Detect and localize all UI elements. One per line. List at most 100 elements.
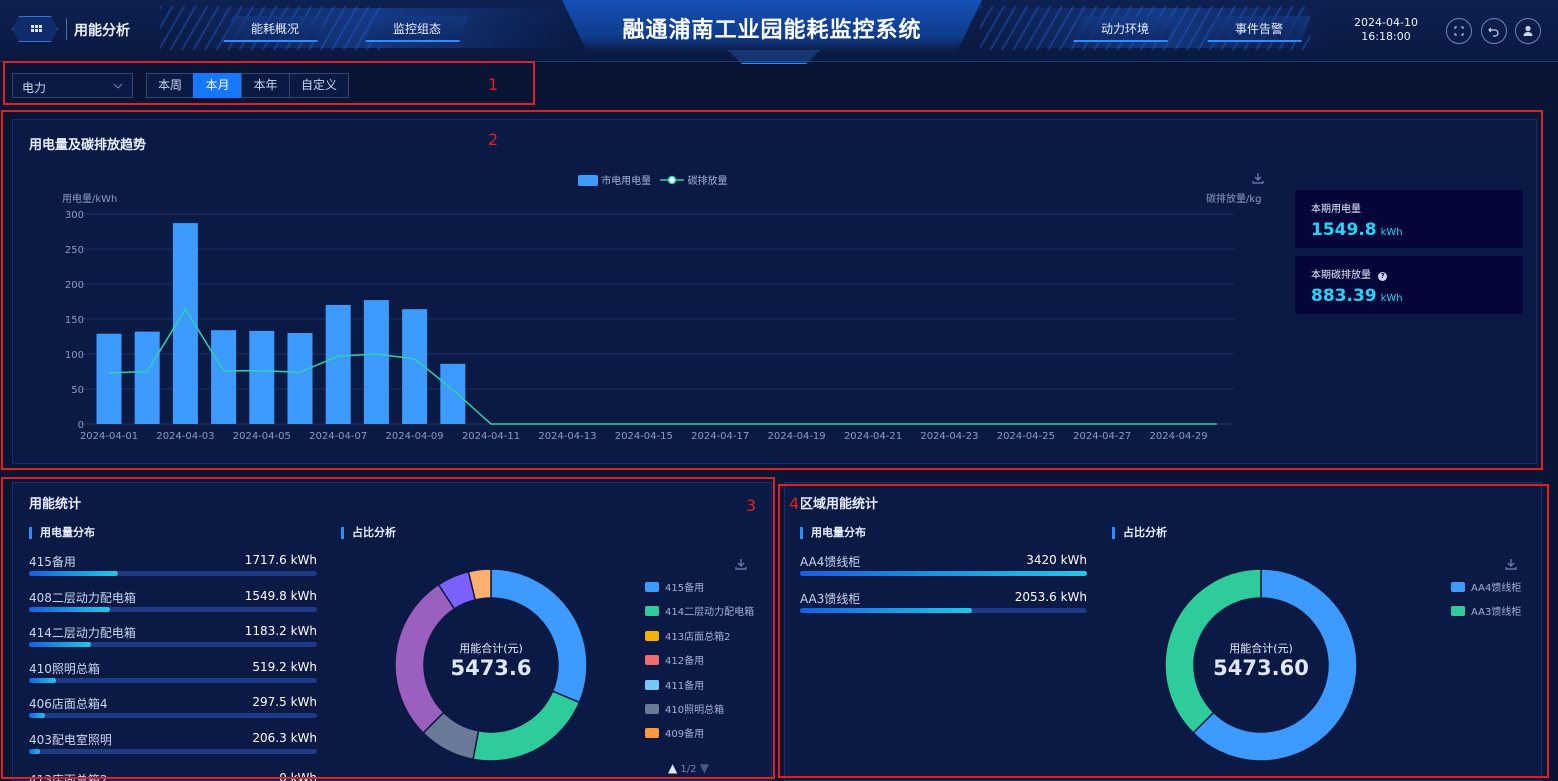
bar[interactable] (134, 331, 160, 424)
y-tick-label: 200 (65, 280, 84, 291)
bar[interactable] (211, 330, 237, 424)
x-tick-label: 2024-04-17 (691, 431, 749, 442)
date-text: 2024-04-10 (1354, 16, 1418, 29)
fullscreen-icon (1454, 26, 1464, 36)
row-value: 1717.6 kWh (244, 553, 317, 567)
fullscreen-button[interactable] (1446, 18, 1472, 44)
user-icon (1523, 25, 1533, 36)
x-tick-label: 2024-04-23 (920, 431, 978, 442)
bar[interactable] (440, 363, 466, 424)
row-progress-track (800, 571, 1087, 576)
row-name: AA4馈线柜 (800, 555, 861, 569)
bar[interactable] (249, 330, 275, 424)
download-icon[interactable] (1504, 557, 1518, 571)
legend-item[interactable]: 410照明总箱 (645, 701, 724, 716)
usage-donut-total: 5473.6 (450, 656, 532, 680)
back-button[interactable] (1481, 18, 1507, 44)
stat-label-usage: 本期用电量 (1311, 204, 1361, 215)
x-tick-label: 2024-04-25 (997, 431, 1055, 442)
row-progress-fill (29, 713, 45, 718)
legend-item[interactable]: 414二层动力配电箱 (645, 603, 754, 618)
stat-value-usage: 1549.8 kWh (1311, 220, 1403, 240)
bar[interactable] (96, 333, 122, 424)
legend-item[interactable]: 415备用 (645, 579, 704, 594)
back-icon (1488, 27, 1499, 37)
pager-down-icon[interactable]: ▼ (700, 761, 709, 775)
usage-donut-label: 用能合计(元) (459, 642, 523, 655)
row-progress-track (29, 606, 317, 612)
y-tick-label: 0 (78, 420, 84, 431)
annotation-label-2: 2 (488, 130, 499, 149)
row-progress-track (29, 642, 317, 647)
row-name: 403配电室照明 (29, 732, 112, 747)
y-tick-label: 50 (71, 385, 84, 396)
row-name: 414二层动力配电箱 (29, 626, 136, 640)
row-name: AA3馈线柜 (800, 592, 861, 606)
help-icon[interactable]: ? (1378, 272, 1388, 281)
row-progress-track (29, 677, 317, 683)
region-ratio-title: 占比分析 (1112, 527, 1167, 539)
legend-label: 410照明总箱 (665, 705, 725, 716)
row-value: 1183.2 kWh (244, 624, 317, 638)
trend-chart: 0 50 100 150 200 250 300 2024-04-01 2024-04-03 20… (65, 210, 1234, 442)
row-progress-fill (29, 571, 119, 576)
legend-label: 415备用 (665, 583, 705, 594)
pager-text: 1/2 (680, 764, 697, 775)
row-value: 297.5 kWh (252, 695, 317, 709)
x-tick-label: 2024-04-05 (233, 431, 291, 442)
row-name: 410照明总箱 (29, 661, 100, 676)
x-tick-label: 2024-04-09 (386, 431, 444, 442)
legend-label: AA3馈线柜 (1471, 607, 1522, 618)
legend-swatch (645, 630, 659, 641)
row-name: 415备用 (29, 555, 76, 569)
legend-item[interactable]: 409备用 (645, 725, 704, 740)
stat-card-carbon: 本期碳排放量 ? 883.39 kWh (1295, 256, 1523, 314)
donut-slice[interactable] (472, 690, 581, 762)
y-tick-label: 250 (65, 245, 84, 256)
legend-item[interactable]: 412备用 (645, 652, 704, 667)
legend-swatch (645, 655, 659, 666)
row-progress-track (29, 571, 317, 576)
legend-swatch (1451, 606, 1465, 616)
donut-slice[interactable] (490, 568, 588, 704)
legend-swatch (645, 606, 659, 617)
legend-item[interactable]: AA3馈线柜 (1451, 603, 1521, 618)
stat-value-carbon: 883.39 kWh (1311, 286, 1403, 306)
x-tick-label: 2024-04-27 (1073, 431, 1131, 442)
annotation-label-4: 4 (789, 494, 800, 513)
row-progress-fill (29, 677, 57, 683)
row-progress-fill (800, 608, 973, 613)
legend-label: 409备用 (665, 729, 705, 741)
x-tick-label: 2024-04-29 (1150, 431, 1208, 442)
legend-swatch (645, 728, 659, 739)
legend-label: AA4馈线柜 (1471, 583, 1522, 594)
row-progress-fill (29, 642, 91, 647)
row-value: 3420 kWh (1026, 553, 1087, 567)
download-icon[interactable] (734, 557, 748, 571)
usage-ratio-title: 占比分析 (341, 527, 396, 539)
row-progress-fill (29, 748, 40, 754)
row-progress-fill (800, 571, 1087, 576)
x-tick-label: 2024-04-15 (615, 431, 673, 442)
row-value: 519.2 kWh (252, 659, 317, 674)
user-button[interactable] (1515, 18, 1541, 44)
region-donut-total: 5473.60 (1213, 656, 1309, 680)
stat-label-carbon: 本期碳排放量 ? (1311, 266, 1388, 281)
bar[interactable] (325, 305, 351, 424)
region-title: 区域用能统计 (800, 497, 879, 512)
legend-item[interactable]: AA4馈线柜 (1451, 579, 1521, 594)
legend-item[interactable]: 411备用 (645, 677, 704, 692)
pager-up-icon[interactable]: ▲ (668, 761, 677, 775)
legend-swatch (645, 582, 659, 592)
time-text: 16:18:00 (1361, 30, 1411, 43)
carbon-line[interactable] (108, 307, 1217, 425)
bar[interactable] (287, 333, 313, 424)
legend-item[interactable]: 413店面总箱2 (645, 628, 730, 643)
bar[interactable] (363, 300, 389, 424)
region-donut-label: 用能合计(元) (1229, 642, 1293, 655)
x-tick-label: 2024-04-03 (156, 431, 214, 442)
row-progress-fill (29, 606, 110, 612)
row-progress-track (29, 713, 317, 718)
legend-swatch (1451, 582, 1465, 592)
usage-row-value: 0 kWh (279, 771, 317, 781)
